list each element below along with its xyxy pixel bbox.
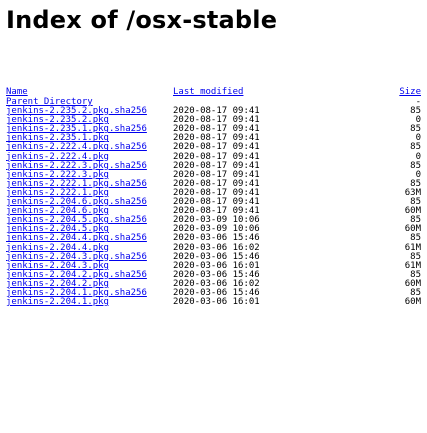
file-modified: 2020-03-06 16:01 [173, 297, 260, 308]
sort-by-name-link[interactable]: Name [6, 88, 28, 97]
file-link[interactable]: jenkins-2.204.1.pkg [6, 298, 109, 307]
sort-by-last-modified-link[interactable]: Last modified [173, 88, 243, 97]
sort-by-size-link[interactable]: Size [399, 88, 421, 97]
directory-listing: Name Last modified Size Parent Directory… [6, 88, 421, 307]
file-row: jenkins-2.204.1.pkg 2020-03-06 16:01 60M [6, 298, 421, 307]
file-size: 60M [404, 297, 421, 308]
page-title: Index of /osx-stable [6, 6, 278, 34]
